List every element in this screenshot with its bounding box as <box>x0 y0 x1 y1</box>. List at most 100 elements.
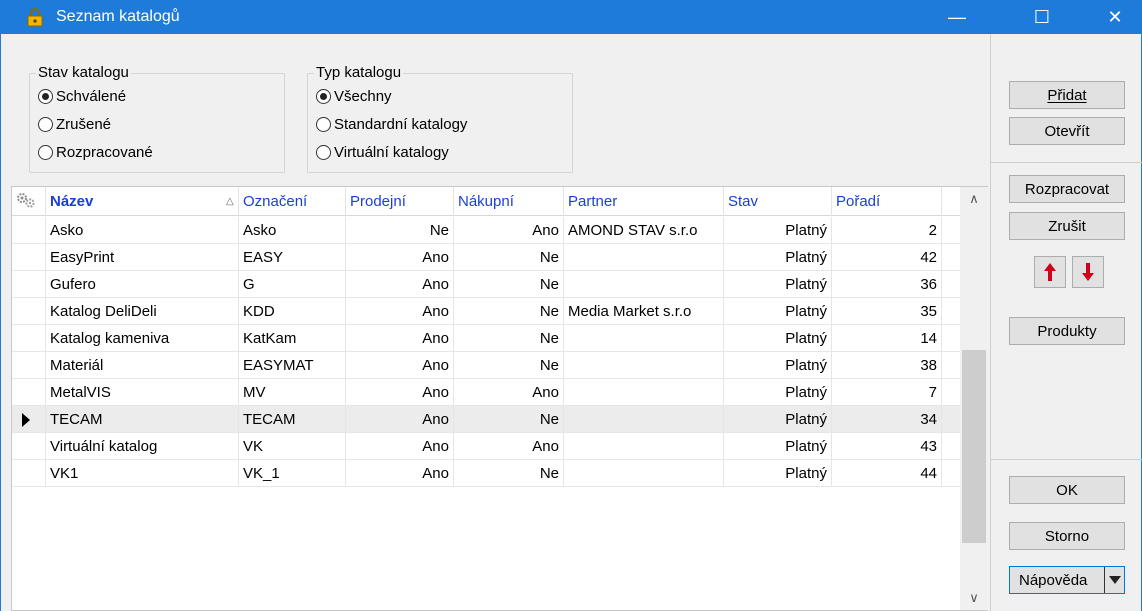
cell-partner <box>564 244 724 271</box>
divider <box>991 459 1142 460</box>
cell-nakupni: Ne <box>454 406 564 433</box>
table-row[interactable]: Katalog kameniva KatKam Ano Ne Platný 14 <box>12 325 960 352</box>
scroll-thumb[interactable] <box>962 350 986 543</box>
cell-poradi: 44 <box>832 460 942 487</box>
column-header-nazev[interactable]: Název <box>46 187 239 216</box>
cell-nakupni: Ano <box>454 217 564 244</box>
stav-katalogu-legend: Stav katalogu <box>36 64 131 81</box>
cell-partner <box>564 352 724 379</box>
row-selector[interactable] <box>12 271 46 298</box>
table-row[interactable]: Gufero G Ano Ne Platný 36 <box>12 271 960 298</box>
cell-prodejni: Ano <box>346 271 454 298</box>
cell-poradi: 2 <box>832 217 942 244</box>
cell-prodejni: Ne <box>346 217 454 244</box>
radio-rozpracovane[interactable]: Rozpracované <box>38 144 153 161</box>
cell-partner <box>564 406 724 433</box>
storno-button[interactable]: Storno <box>1009 522 1125 550</box>
cell-poradi: 34 <box>832 406 942 433</box>
scroll-down-icon[interactable]: ∨ <box>960 586 988 610</box>
table-row[interactable]: TECAM TECAM Ano Ne Platný 34 <box>12 406 960 433</box>
table-row[interactable]: Materiál EASYMAT Ano Ne Platný 38 <box>12 352 960 379</box>
napoveda-split-button[interactable]: Nápověda <box>1009 566 1125 594</box>
window-title: Seznam katalogů <box>56 8 180 25</box>
dropdown-arrow-icon[interactable] <box>1104 567 1124 593</box>
table-row[interactable]: VK1 VK_1 Ano Ne Platný 44 <box>12 460 960 487</box>
cell-stav: Platný <box>724 406 832 433</box>
column-header-partner[interactable]: Partner <box>564 187 724 216</box>
cell-partner <box>564 460 724 487</box>
arrow-down-icon <box>1082 263 1094 281</box>
current-row-arrow-icon <box>22 413 30 427</box>
cell-oznaceni: MV <box>239 379 346 406</box>
cell-nakupni: Ano <box>454 379 564 406</box>
cell-stav: Platný <box>724 325 832 352</box>
row-selector[interactable] <box>12 244 46 271</box>
divider <box>991 162 1142 163</box>
cell-partner: Media Market s.r.o <box>564 298 724 325</box>
cell-nakupni: Ne <box>454 271 564 298</box>
row-selector[interactable] <box>12 298 46 325</box>
otevrit-button[interactable]: Otevřít <box>1009 117 1125 145</box>
cell-nazev: VK1 <box>46 460 239 487</box>
vertical-scrollbar[interactable]: ∧ ∨ <box>960 187 988 610</box>
column-header-oznaceni[interactable]: Označení <box>239 187 346 216</box>
title-bar: Seznam katalogů — ☐ ✕ <box>0 0 1142 34</box>
maximize-button[interactable]: ☐ <box>1017 0 1067 34</box>
row-selector[interactable] <box>12 217 46 244</box>
cell-poradi: 7 <box>832 379 942 406</box>
cell-oznaceni: Asko <box>239 217 346 244</box>
produkty-button[interactable]: Produkty <box>1009 317 1125 345</box>
radio-vsechny[interactable]: Všechny <box>316 88 392 105</box>
rozpracovat-button[interactable]: Rozpracovat <box>1009 175 1125 203</box>
row-selector[interactable] <box>12 352 46 379</box>
row-selector[interactable] <box>12 379 46 406</box>
move-down-button[interactable] <box>1072 256 1104 288</box>
close-button[interactable]: ✕ <box>1090 0 1140 34</box>
radio-virtualni[interactable]: Virtuální katalogy <box>316 144 449 161</box>
cell-partner <box>564 271 724 298</box>
cell-stav: Platný <box>724 352 832 379</box>
table-row[interactable]: Virtuální katalog VK Ano Ano Platný 43 <box>12 433 960 460</box>
row-selector[interactable] <box>12 406 46 433</box>
radio-unchecked-icon <box>38 145 53 160</box>
side-button-panel: Přidat Otevřít Rozpracovat Zrušit Produk… <box>990 34 1142 611</box>
radio-unchecked-icon <box>316 145 331 160</box>
radio-schvalene[interactable]: Schválené <box>38 88 126 105</box>
row-selector[interactable] <box>12 325 46 352</box>
row-selector[interactable] <box>12 433 46 460</box>
cell-nazev: Katalog DeliDeli <box>46 298 239 325</box>
zrusit-button[interactable]: Zrušit <box>1009 212 1125 240</box>
cell-nazev: Katalog kameniva <box>46 325 239 352</box>
column-header-prodejni[interactable]: Prodejní <box>346 187 454 216</box>
cell-stav: Platný <box>724 298 832 325</box>
row-selector[interactable] <box>12 460 46 487</box>
table-row[interactable]: Katalog DeliDeli KDD Ano Ne Media Market s.r… <box>12 298 960 325</box>
table-row[interactable]: EasyPrint EASY Ano Ne Platný 42 <box>12 244 960 271</box>
cell-stav: Platný <box>724 460 832 487</box>
column-header-nakupni[interactable]: Nákupní <box>454 187 564 216</box>
cell-nakupni: Ne <box>454 244 564 271</box>
cell-prodejni: Ano <box>346 325 454 352</box>
cell-stav: Platný <box>724 433 832 460</box>
move-up-button[interactable] <box>1034 256 1066 288</box>
napoveda-label: Nápověda <box>1019 571 1088 589</box>
cell-prodejni: Ano <box>346 433 454 460</box>
table-row[interactable]: Asko Asko Ne Ano AMOND STAV s.r.o Platný 2 <box>12 217 960 244</box>
cell-oznaceni: TECAM <box>239 406 346 433</box>
radio-zrusene[interactable]: Zrušené <box>38 116 111 133</box>
arrow-up-icon <box>1044 263 1056 281</box>
minimize-button[interactable]: — <box>932 0 982 34</box>
table-row[interactable]: MetalVIS MV Ano Ano Platný 7 <box>12 379 960 406</box>
scroll-up-icon[interactable]: ∧ <box>960 187 988 211</box>
cell-stav: Platný <box>724 217 832 244</box>
column-header-poradi[interactable]: Pořadí <box>832 187 942 216</box>
ok-button[interactable]: OK <box>1009 476 1125 504</box>
column-settings-button[interactable] <box>12 187 46 216</box>
pridat-label: Přidat <box>1047 86 1087 104</box>
pridat-button[interactable]: Přidat <box>1009 81 1125 109</box>
cell-oznaceni: KDD <box>239 298 346 325</box>
cell-poradi: 42 <box>832 244 942 271</box>
column-header-stav[interactable]: Stav <box>724 187 832 216</box>
radio-standardni[interactable]: Standardní katalogy <box>316 116 467 133</box>
radio-label: Virtuální katalogy <box>334 144 449 161</box>
